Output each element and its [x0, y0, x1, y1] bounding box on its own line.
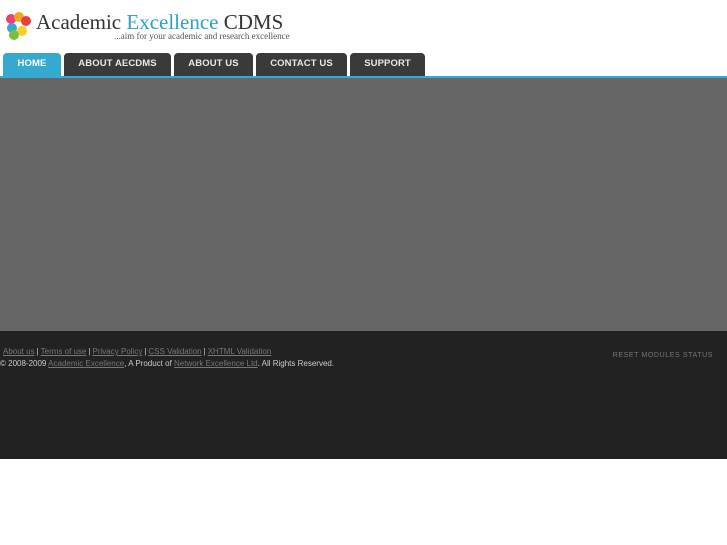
nav-tab-about-aecdms[interactable]: ABOUT AECDMS — [64, 53, 171, 76]
footer-separator: | — [144, 347, 147, 356]
copyright-link-network-excellence[interactable]: Network Excellence Ltd — [174, 359, 258, 368]
copyright-mid: , A Product of — [124, 359, 175, 368]
main-nav: HOME ABOUT AECDMS ABOUT US CONTACT US SU… — [3, 53, 425, 76]
copyright-prefix: © 2008-2009 — [0, 359, 49, 368]
nav-tab-home[interactable]: HOME — [3, 53, 61, 76]
site-footer: About us | Terms of use | Privacy Policy | CSS… — [0, 331, 727, 459]
copyright-suffix: . All Rights Reserved. — [257, 359, 335, 368]
main-content-area — [0, 78, 727, 331]
footer-link-privacy[interactable]: Privacy Policy — [93, 347, 143, 356]
logo-tagline: ...aim for your academic and research ex… — [114, 31, 290, 41]
footer-link-xhtml-validation[interactable]: XHTML Validation — [208, 347, 272, 356]
nav-tab-about-us[interactable]: ABOUT US — [174, 53, 253, 76]
copyright-link-academic-excellence[interactable]: Academic Excellence — [48, 359, 124, 368]
logo-title-main: Academic — [36, 10, 127, 34]
footer-separator: | — [36, 347, 39, 356]
site-header: Academic Excellence CDMS ...aim for your… — [0, 0, 727, 78]
footer-link-terms[interactable]: Terms of use — [41, 347, 87, 356]
footer-separator: | — [88, 347, 91, 356]
nav-tab-contact-us[interactable]: CONTACT US — [256, 53, 347, 76]
footer-link-css-validation[interactable]: CSS Validation — [148, 347, 201, 356]
nav-tab-support[interactable]: SUPPORT — [350, 53, 425, 76]
footer-links: About us | Terms of use | Privacy Policy | CSS… — [3, 347, 271, 356]
footer-separator: | — [203, 347, 206, 356]
reset-modules-status-link[interactable]: RESET MODULES STATUS — [613, 352, 713, 359]
footer-link-about-us[interactable]: About us — [3, 347, 35, 356]
logo-flower-icon — [5, 12, 33, 40]
copyright-text: © 2008-2009 Academic Excellence, A Produ… — [0, 359, 334, 368]
